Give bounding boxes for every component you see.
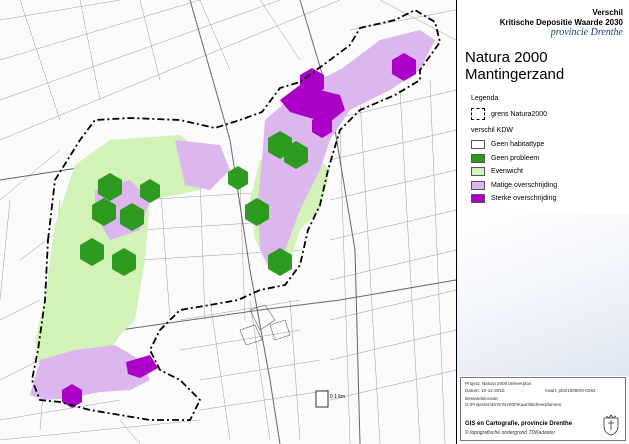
legend-swatch-geen-probleem bbox=[471, 154, 485, 163]
header-title-line2: Kritische Depositie Waarde 2030 bbox=[499, 18, 623, 27]
dashed-boundary-icon bbox=[471, 108, 485, 120]
legend-label: Matige overschrijding bbox=[491, 182, 558, 189]
legend-label: Sterke overschrijding bbox=[491, 195, 557, 202]
legend-swatch-evenwicht bbox=[471, 167, 485, 176]
legend-swatch-geen-habitattype bbox=[471, 140, 485, 149]
scale-bar bbox=[315, 390, 329, 408]
legend-kdw-title: verschil KDW bbox=[471, 127, 514, 134]
project-name: Project: Natura 2000 beheerplan bbox=[465, 381, 532, 386]
coat-of-arms-icon bbox=[603, 414, 619, 436]
project-date: Datum: 10-12-2015 bbox=[465, 388, 505, 393]
project-info-box: Project: Natura 2000 beheerplan Datum: 1… bbox=[460, 377, 626, 441]
topo-source: © topografische ondergrond TDKadaster bbox=[465, 430, 556, 436]
file-location-label: Bestandslocatie: bbox=[465, 396, 499, 401]
map-title: Natura 2000 Mantingerzand bbox=[465, 49, 564, 83]
legend-item: Geen habitattype bbox=[471, 140, 544, 149]
legend-title: Legenda bbox=[471, 95, 499, 102]
legend-boundary-row: grens Natura2000 bbox=[471, 108, 547, 120]
legend-item: Matige overschrijding bbox=[471, 181, 557, 190]
organization-name: GIS en Cartografie, provincie Drenthe bbox=[465, 421, 573, 427]
province-logo-text: provincie Drenthe bbox=[550, 27, 623, 38]
file-location: G:\Projecten\DrGr\N2000\Kaart\Beheerplan… bbox=[465, 402, 562, 407]
legend-swatch-matige-overschrijding bbox=[471, 181, 485, 190]
legend-swatch-sterke-overschrijding bbox=[471, 194, 485, 203]
scale-label: 0 1 km bbox=[330, 394, 345, 400]
map-title-line2: Mantingerzand bbox=[465, 66, 565, 83]
legend-label: Geen habitattype bbox=[491, 141, 545, 148]
map-side-panel: Verschil Kritische Depositie Waarde 2030… bbox=[456, 0, 629, 444]
legend-item: Evenwicht bbox=[471, 167, 523, 176]
panel-decoration bbox=[457, 214, 629, 376]
project-map-id: Kaart: pl2015080/9-0263 bbox=[545, 388, 596, 393]
legend-item: Sterke overschrijding bbox=[471, 194, 556, 203]
header-title-line1: Verschil bbox=[592, 8, 623, 17]
legend-boundary-label: grens Natura2000 bbox=[491, 110, 548, 118]
legend-item: Geen probleem bbox=[471, 154, 539, 163]
legend-label: Geen probleem bbox=[491, 155, 540, 162]
legend-label: Evenwicht bbox=[491, 168, 523, 175]
map-title-line1: Natura 2000 bbox=[465, 49, 548, 66]
map-canvas[interactable]: 0 1 km bbox=[0, 0, 456, 444]
